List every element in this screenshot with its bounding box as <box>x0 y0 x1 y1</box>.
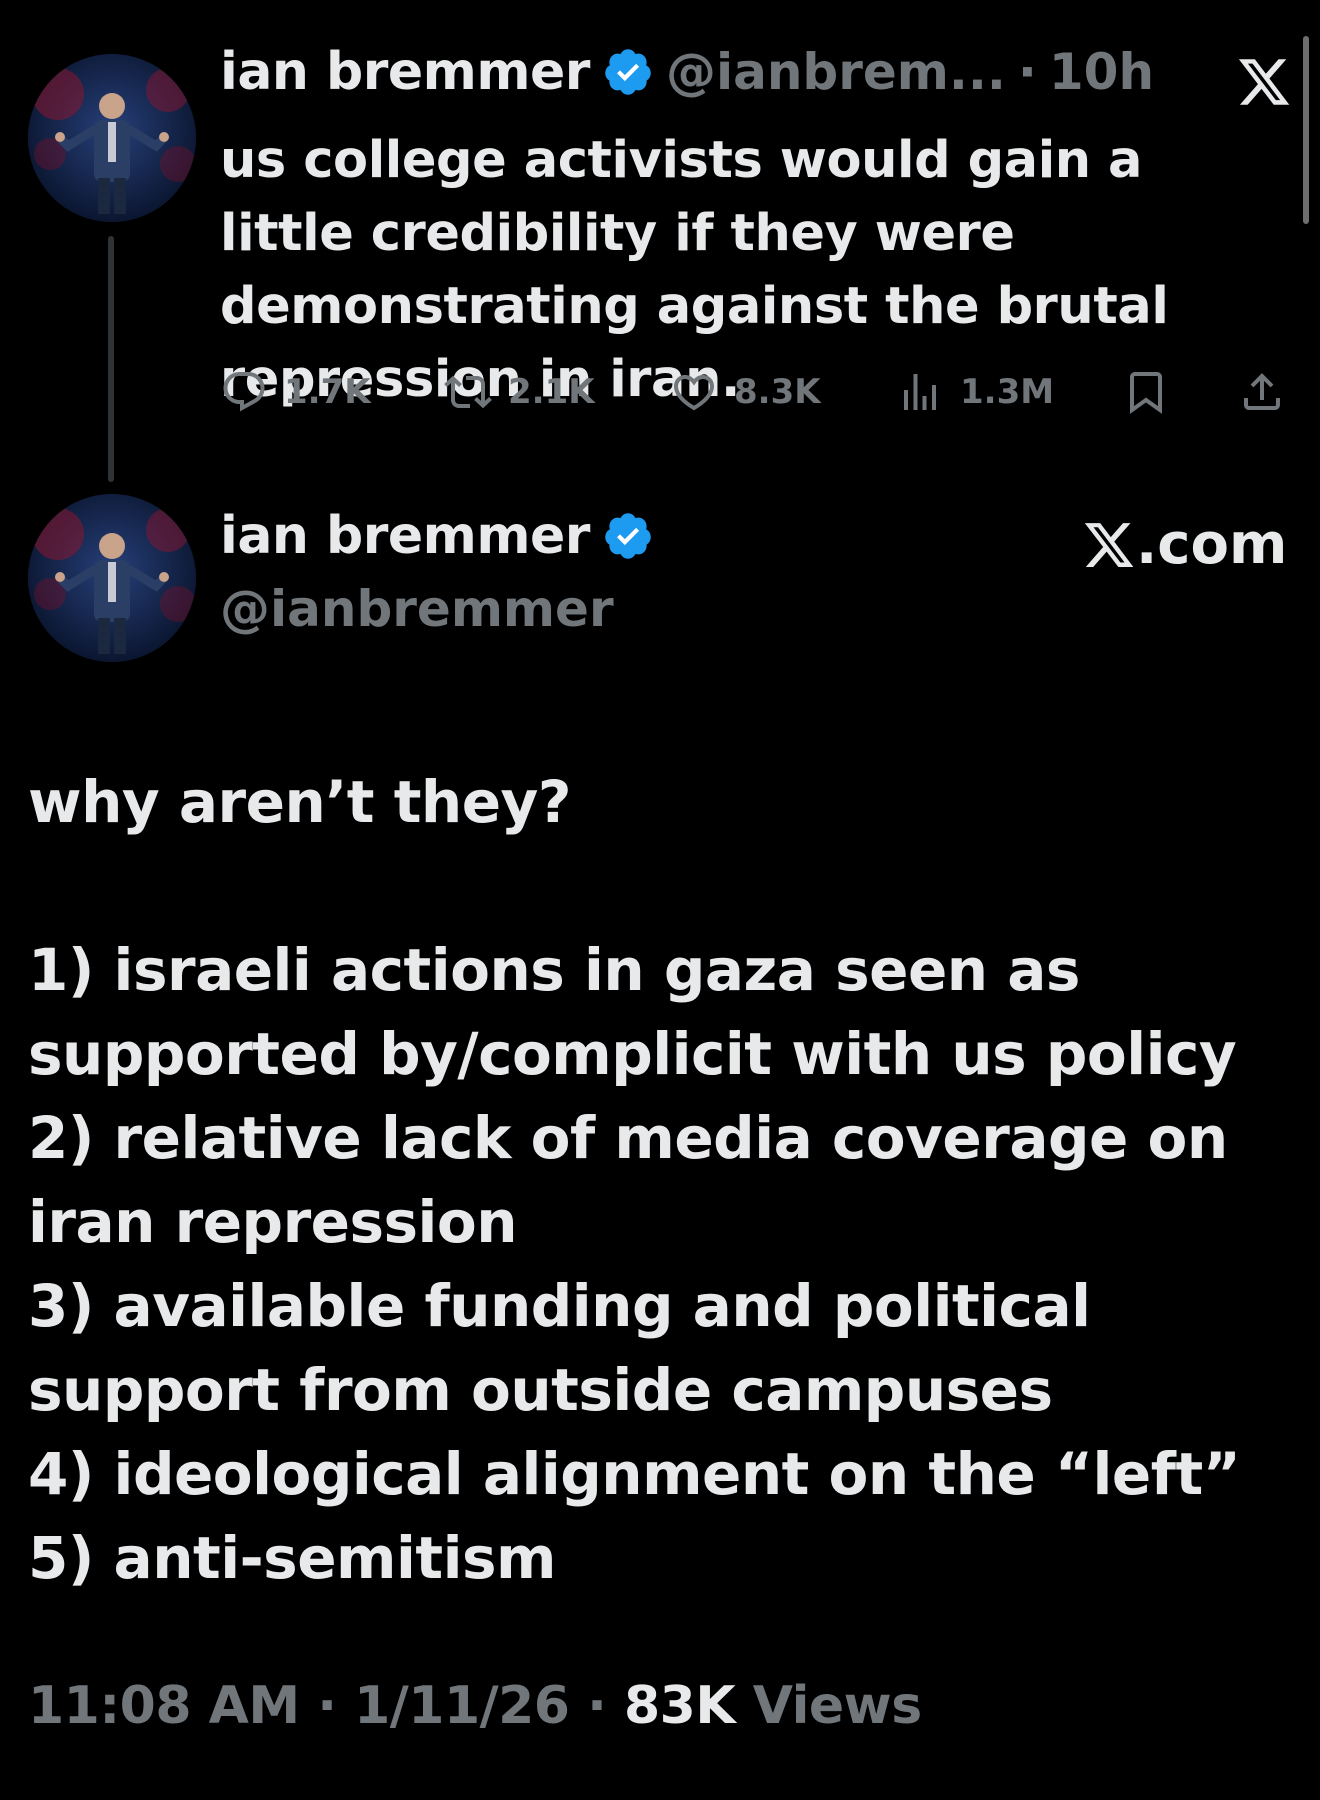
retweet-count: 2.1K <box>508 372 595 412</box>
thread-connector-line <box>108 236 114 482</box>
share-button[interactable] <box>1238 368 1286 416</box>
bookmark-button[interactable] <box>1122 368 1170 416</box>
author-name[interactable]: ian bremmer <box>220 42 590 102</box>
source-domain: .com <box>1136 512 1288 577</box>
tweet-time[interactable]: 11:08 AM <box>28 1676 300 1736</box>
tweet-meta: 11:08 AM · 1/11/26 · 83K Views <box>28 1676 922 1736</box>
scrollbar[interactable] <box>1303 36 1309 224</box>
avatar-image <box>28 54 196 222</box>
author-name[interactable]: ian bremmer <box>220 506 590 566</box>
x-logo-icon[interactable] <box>1236 54 1292 110</box>
like-button[interactable]: 8.3K <box>670 368 821 416</box>
tweet2-text: why aren’t they? 1) israeli actions in g… <box>28 760 1288 1600</box>
verified-badge-icon <box>605 513 651 559</box>
views-button[interactable]: 1.3M <box>896 368 1054 416</box>
tweet-age[interactable]: 10h <box>1049 43 1154 101</box>
views-total: 83K <box>623 1676 736 1736</box>
tweet1-header: ian bremmer @ianbrem... · 10h <box>220 42 1154 102</box>
avatar[interactable] <box>28 494 196 662</box>
author-handle[interactable]: @ianbrem... <box>666 43 1006 101</box>
tweet-line: 3) available funding and political <box>28 1272 1091 1340</box>
meta-separator: · <box>299 1676 355 1736</box>
tweet-line: 4) ideological alignment on the “left” <box>28 1440 1241 1508</box>
reply-count: 1.7K <box>284 372 371 412</box>
tweet-line: iran repression <box>28 1188 518 1256</box>
tweet-line: 5) anti-semitism <box>28 1524 556 1592</box>
separator-dot: · <box>1017 43 1037 101</box>
tweet2-header: ian bremmer <box>220 506 654 566</box>
like-icon <box>673 375 715 411</box>
avatar[interactable] <box>28 54 196 222</box>
source-link[interactable]: .com <box>1082 512 1287 577</box>
x-logo-icon <box>1084 522 1134 567</box>
reply-button[interactable]: 1.7K <box>220 368 371 416</box>
reply-icon <box>223 372 265 412</box>
tweet-line: supported by/complicit with us policy <box>28 1020 1237 1088</box>
tweet-line: support from outside campuses <box>28 1356 1053 1424</box>
verified-badge-icon <box>605 49 651 95</box>
like-count: 8.3K <box>734 372 821 412</box>
author-handle[interactable]: @ianbremmer <box>220 580 614 638</box>
share-icon <box>1244 373 1280 410</box>
tweet-line: 1) israeli actions in gaza seen as <box>28 936 1080 1004</box>
views-icon <box>904 374 936 410</box>
tweet-line: why aren’t they? <box>28 768 572 836</box>
views-count: 1.3M <box>960 372 1055 412</box>
tweet-line: 2) relative lack of media coverage on <box>28 1104 1228 1172</box>
avatar-image <box>28 494 196 662</box>
tweet-date[interactable]: 1/11/26 <box>354 1676 570 1736</box>
meta-separator: · <box>569 1676 624 1736</box>
retweet-button[interactable]: 2.1K <box>444 368 595 416</box>
views-label: Views <box>735 1676 922 1736</box>
bookmark-icon <box>1130 372 1162 414</box>
retweet-icon <box>444 375 492 409</box>
